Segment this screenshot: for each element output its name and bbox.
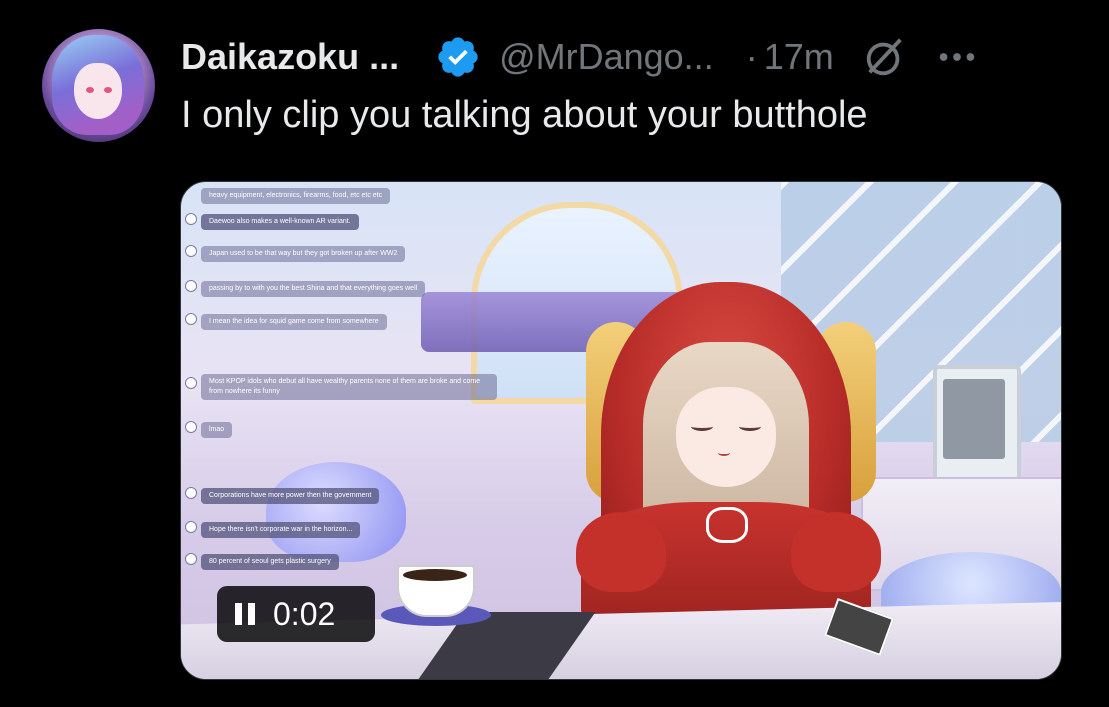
chat-message: Japan used to be that way but they got b…: [201, 246, 406, 262]
tweet-text: I only clip you talking about your butth…: [181, 94, 868, 136]
separator-dot: ·: [745, 36, 758, 77]
pause-icon: [229, 586, 269, 642]
grok-icon[interactable]: [862, 34, 908, 80]
chat-message: lmao: [201, 422, 233, 438]
pause-button[interactable]: 0:02: [217, 586, 375, 642]
vtuber-mouth: [718, 450, 730, 456]
chat-avatar: [185, 521, 197, 533]
chat-message: Hope there isn't corporate war in the ho…: [201, 522, 361, 538]
ribbon-bow: [706, 507, 748, 543]
vtuber-eye: [691, 422, 713, 431]
chat-avatar: [185, 377, 197, 389]
avatar[interactable]: [42, 29, 155, 142]
tweet-header: Daikazoku ... @MrDango... · 17m: [181, 34, 980, 80]
more-options-icon[interactable]: [934, 34, 980, 80]
chat-avatar: [185, 245, 197, 257]
chat-message: heavy equipment, electronics, firearms, …: [201, 188, 391, 204]
chat-avatar: [185, 487, 197, 499]
video-timecode: 0:02: [273, 595, 336, 632]
chat-avatar: [185, 280, 197, 292]
video-player[interactable]: heavy equipment, electronics, firearms, …: [180, 181, 1062, 680]
chat-avatar: [185, 213, 197, 225]
verified-badge-icon[interactable]: [435, 34, 481, 80]
chat-message: Corporations have more power then the go…: [201, 488, 380, 504]
crab-claw: [576, 512, 666, 592]
chat-message: Daewoo also makes a well-known AR varian…: [201, 214, 359, 230]
chat-avatar: [185, 553, 197, 565]
chat-message: Most KPOP idols who debut all have wealt…: [201, 374, 497, 400]
chat-avatar: [185, 421, 197, 433]
avatar-eye: [104, 87, 112, 93]
timestamp[interactable]: 17m: [764, 36, 834, 78]
crt-television: [933, 365, 1021, 493]
chat-message: passing by to with you the best Shina an…: [201, 281, 426, 297]
display-name[interactable]: Daikazoku ...: [181, 36, 399, 78]
vtuber-face: [676, 387, 776, 487]
handle[interactable]: @MrDango...: [499, 36, 714, 78]
avatar-face: [74, 63, 122, 119]
crab-claw: [791, 512, 881, 592]
avatar-eye: [86, 87, 94, 93]
vtuber-eye: [739, 422, 761, 431]
chat-avatar: [185, 313, 197, 325]
chat-message: I mean the idea for squid game come from…: [201, 314, 387, 330]
chat-message: 80 percent of seoul gets plastic surgery: [201, 554, 339, 570]
coffee-cup: [397, 565, 475, 617]
